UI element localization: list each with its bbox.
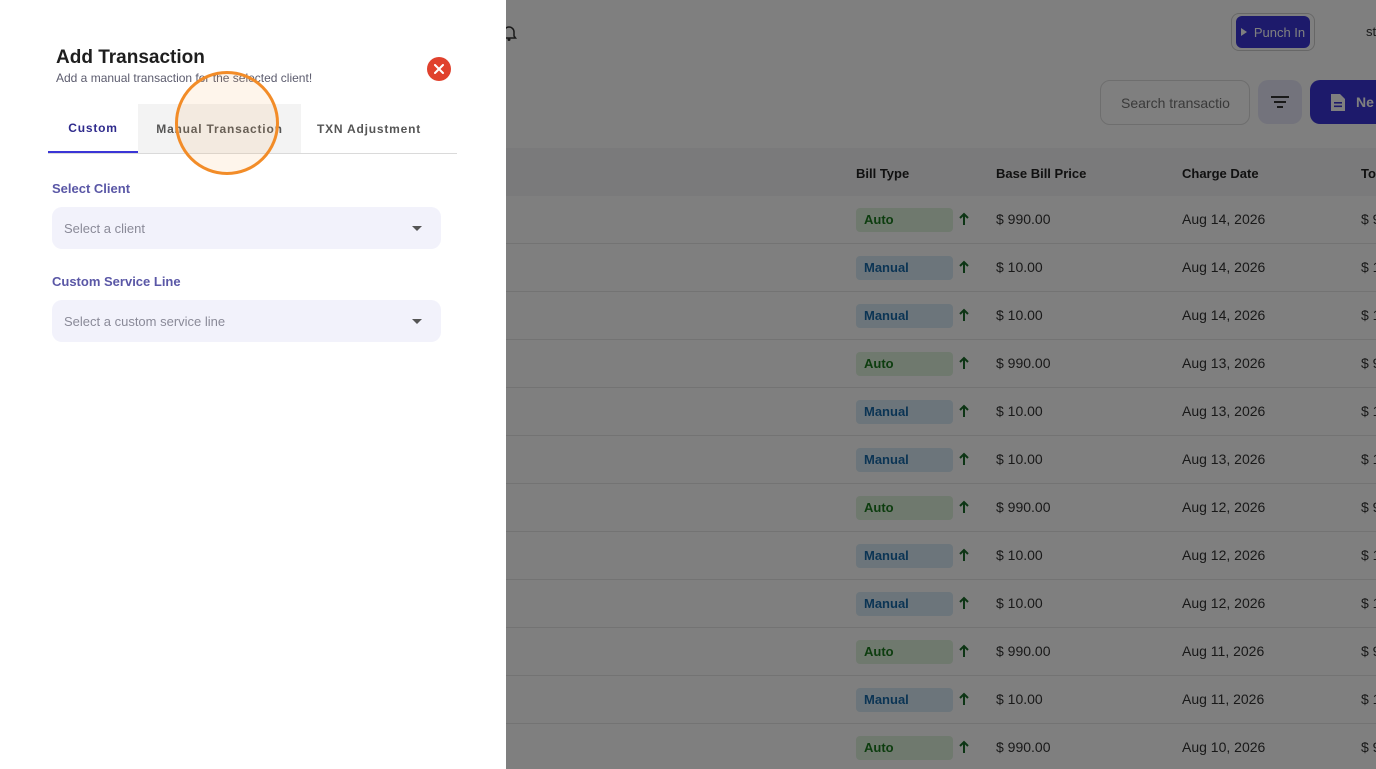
close-button[interactable] <box>427 57 451 81</box>
client-select-placeholder: Select a client <box>64 220 145 236</box>
close-icon <box>434 64 444 74</box>
transaction-tabs: Custom Manual Transaction TXN Adjustment <box>48 104 457 154</box>
caret-down-icon <box>412 319 422 324</box>
tab-manual-transaction[interactable]: Manual Transaction <box>138 104 301 153</box>
tab-txn-adjustment[interactable]: TXN Adjustment <box>301 104 437 153</box>
add-transaction-drawer: Add Transaction Add a manual transaction… <box>0 0 506 769</box>
drawer-subtitle: Add a manual transaction for the selecte… <box>56 71 313 85</box>
select-client-label: Select Client <box>52 181 131 196</box>
service-line-select[interactable]: Select a custom service line <box>52 300 441 342</box>
caret-down-icon <box>412 226 422 231</box>
drawer-title: Add Transaction <box>56 47 205 68</box>
service-line-placeholder: Select a custom service line <box>64 313 226 329</box>
client-select[interactable]: Select a client <box>52 207 441 249</box>
tab-custom[interactable]: Custom <box>48 104 138 153</box>
custom-service-line-label: Custom Service Line <box>52 274 181 289</box>
